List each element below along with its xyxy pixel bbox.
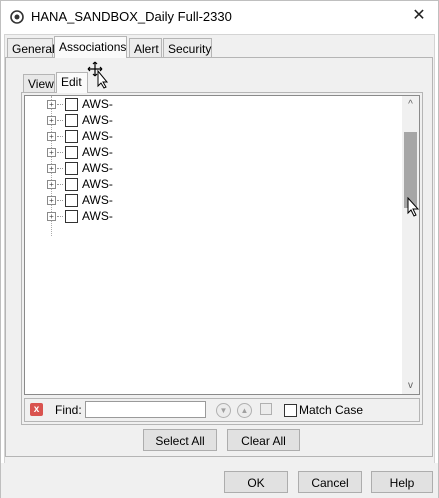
vertical-scrollbar[interactable]: ^ v xyxy=(402,96,419,394)
help-button[interactable]: Help xyxy=(371,471,433,493)
expand-icon[interactable]: + xyxy=(47,116,56,125)
tab-label: General xyxy=(12,42,55,56)
match-case-checkbox[interactable] xyxy=(284,404,297,417)
tree-row[interactable]: + AWS- xyxy=(25,208,405,224)
tree-row[interactable]: + AWS- xyxy=(25,112,405,128)
tab-label: View xyxy=(28,77,54,91)
title-bar: HANA_SANDBOX_Daily Full-2330 ✕ xyxy=(1,1,438,33)
tab-alert[interactable]: Alert xyxy=(129,38,162,58)
close-find-icon[interactable]: x xyxy=(30,403,43,416)
tab-label: Alert xyxy=(134,42,159,56)
checkbox[interactable] xyxy=(65,194,78,207)
dialog-window: HANA_SANDBOX_Daily Full-2330 ✕ General A… xyxy=(0,0,439,498)
find-previous-icon[interactable]: ▲ xyxy=(237,403,252,418)
tree-row[interactable]: + AWS- xyxy=(25,144,405,160)
find-input[interactable] xyxy=(85,401,206,418)
checkbox[interactable] xyxy=(65,130,78,143)
tab-associations[interactable]: Associations xyxy=(54,36,127,58)
tree-row[interactable]: + AWS- xyxy=(25,160,405,176)
select-all-button[interactable]: Select All xyxy=(143,429,217,451)
scroll-down-icon[interactable]: v xyxy=(402,377,419,394)
pointer-cursor-icon xyxy=(407,197,420,217)
tree-row[interactable]: + AWS- xyxy=(25,176,405,192)
tree-row[interactable]: + AWS- xyxy=(25,128,405,144)
checkbox[interactable] xyxy=(65,178,78,191)
expand-icon[interactable]: + xyxy=(47,180,56,189)
find-next-icon[interactable]: ▼ xyxy=(216,403,231,418)
checkbox[interactable] xyxy=(65,114,78,127)
expand-icon[interactable]: + xyxy=(47,148,56,157)
tree-connector xyxy=(57,136,63,137)
match-case-label: Match Case xyxy=(299,403,364,417)
close-button[interactable]: ✕ xyxy=(408,5,430,27)
tab-view[interactable]: View xyxy=(23,74,55,93)
tab-label: Security xyxy=(168,42,212,56)
checkbox[interactable] xyxy=(65,146,78,159)
tree-row-label: AWS- xyxy=(82,113,113,127)
tree-row-label: AWS- xyxy=(82,161,113,175)
ok-button[interactable]: OK xyxy=(224,471,288,493)
expand-icon[interactable]: + xyxy=(47,164,56,173)
tab-label: Edit xyxy=(61,75,82,89)
scroll-up-icon[interactable]: ^ xyxy=(402,96,419,113)
cancel-button[interactable]: Cancel xyxy=(298,471,362,493)
tree-row-label: AWS- xyxy=(82,193,113,207)
association-tree[interactable]: + AWS- + AWS- + AWS- + AWS- + AWS- + AWS… xyxy=(24,95,420,395)
expand-icon[interactable]: + xyxy=(47,100,56,109)
clear-all-button[interactable]: Clear All xyxy=(227,429,300,451)
expand-icon[interactable]: + xyxy=(47,212,56,221)
expand-icon[interactable]: + xyxy=(47,132,56,141)
tree-row-label: AWS- xyxy=(82,97,113,111)
tree-connector xyxy=(57,200,63,201)
tree-row[interactable]: + AWS- xyxy=(25,96,405,112)
tree-row-label: AWS- xyxy=(82,177,113,191)
tree-row-label: AWS- xyxy=(82,209,113,223)
tree-connector xyxy=(57,168,63,169)
tab-edit[interactable]: Edit xyxy=(56,72,88,93)
tab-security[interactable]: Security xyxy=(163,38,212,58)
find-label: Find: xyxy=(55,403,82,417)
tree-row-label: AWS- xyxy=(82,145,113,159)
tab-general[interactable]: General xyxy=(7,38,55,58)
expand-icon[interactable]: + xyxy=(47,196,56,205)
tree-connector xyxy=(57,152,63,153)
highlight-all-icon[interactable] xyxy=(260,403,272,415)
tree-row[interactable]: + AWS- xyxy=(25,192,405,208)
checkbox[interactable] xyxy=(65,162,78,175)
tree-connector xyxy=(57,120,63,121)
tree-connector xyxy=(57,216,63,217)
window-title: HANA_SANDBOX_Daily Full-2330 xyxy=(31,9,232,24)
tree-connector xyxy=(57,184,63,185)
checkbox[interactable] xyxy=(65,210,78,223)
backup-app-icon xyxy=(10,10,24,24)
tab-label: Associations xyxy=(59,40,127,54)
move-cursor-icon xyxy=(87,61,109,89)
tree-row-label: AWS- xyxy=(82,129,113,143)
checkbox[interactable] xyxy=(65,98,78,111)
tree-connector xyxy=(57,104,63,105)
find-bar: x Find: ▼ ▲ Match Case xyxy=(24,398,420,422)
